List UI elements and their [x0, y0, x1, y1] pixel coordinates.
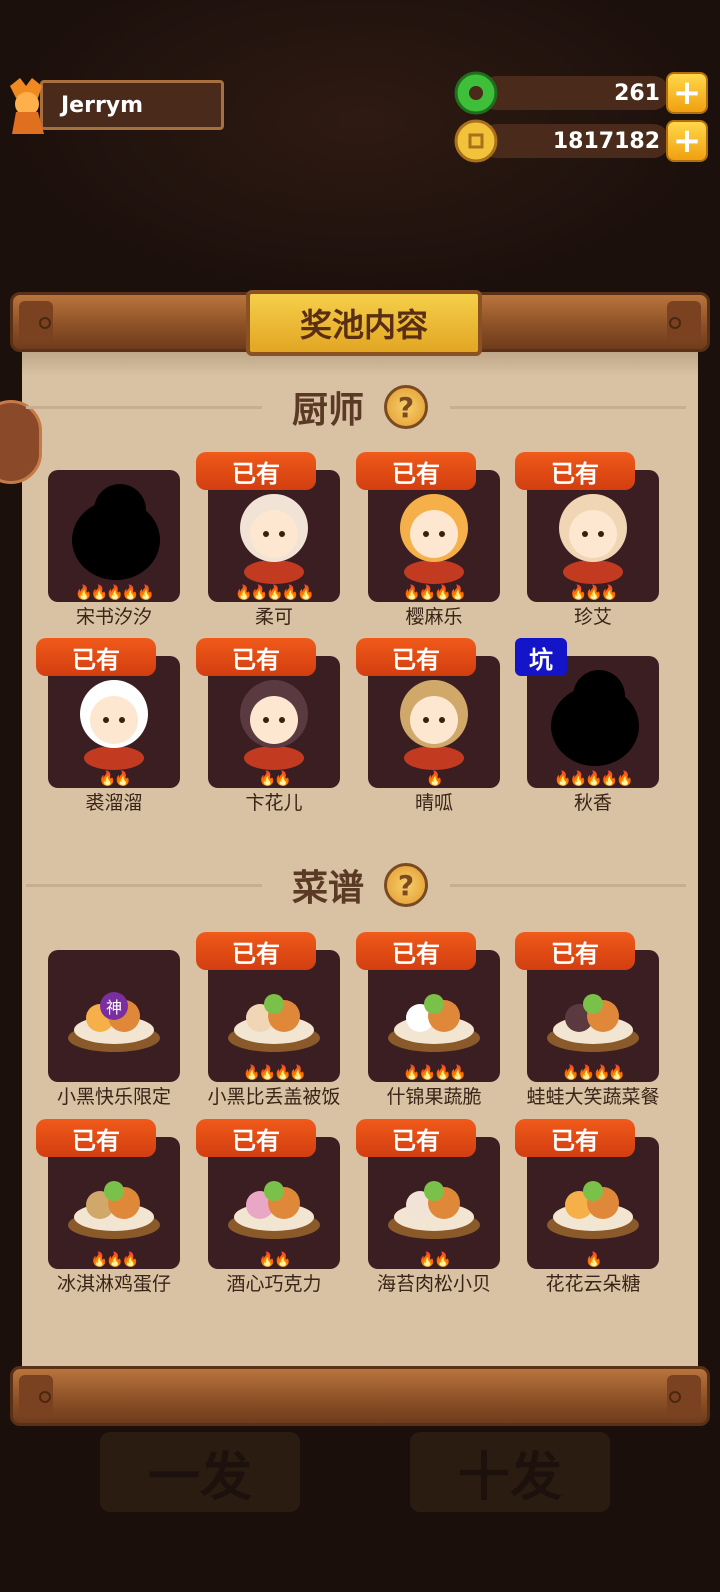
item-name: 什锦果蔬脆	[386, 1086, 482, 1108]
player-name: Jerrym	[40, 80, 224, 130]
owned-badge: 已有	[515, 932, 635, 970]
add-coins-button[interactable]: +	[666, 120, 708, 162]
item-name: 珍艾	[573, 606, 612, 628]
owned-badge: 已有	[356, 452, 476, 490]
recipe-help-button[interactable]: ?	[384, 863, 428, 907]
single-draw-button[interactable]: 一发	[100, 1432, 300, 1512]
dish-icon	[388, 1181, 480, 1239]
rarity-flames: 🔥🔥🔥🔥	[562, 1065, 626, 1081]
rarity-flames: 🔥🔥🔥	[569, 585, 618, 601]
rarity-flames: 🔥🔥🔥🔥🔥	[75, 585, 154, 601]
item-name: 冰淇淋鸡蛋仔	[56, 1273, 171, 1295]
rarity-flames: 🔥🔥	[418, 1252, 452, 1268]
recipe-section-label: 菜谱	[291, 868, 364, 909]
jade-amount: 261	[480, 76, 670, 110]
item-name: 小黑快乐限定	[56, 1086, 171, 1108]
rarity-flames: 🔥🔥🔥🔥	[243, 1065, 307, 1081]
owned-badge: 已有	[515, 452, 635, 490]
owned-badge: 已有	[36, 638, 156, 676]
chef-portrait-icon	[80, 680, 148, 770]
owned-badge: 已有	[196, 1119, 316, 1157]
item-name: 晴呱	[414, 792, 453, 814]
rarity-flames: 🔥🔥🔥🔥	[403, 585, 467, 601]
player-info[interactable]: Jerrym	[6, 76, 224, 134]
item-name: 酒心巧克力	[226, 1273, 322, 1295]
new-badge: 坑	[515, 638, 567, 676]
rarity-flames: 🔥	[585, 1252, 602, 1268]
rarity-flames: 🔥🔥	[98, 771, 132, 787]
item-name: 樱麻乐	[405, 606, 463, 628]
chef-card[interactable]: 🔥🔥🔥🔥🔥	[48, 470, 180, 602]
owned-badge: 已有	[356, 1119, 476, 1157]
dish-icon	[68, 1181, 160, 1239]
owned-badge: 已有	[356, 638, 476, 676]
coin-counter: 1817182 +	[454, 119, 708, 163]
item-name: 花花云朵糖	[545, 1273, 641, 1295]
item-name: 蛙蛙大笑蔬菜餐	[526, 1086, 660, 1108]
dish-icon	[547, 994, 639, 1052]
owned-badge: 已有	[196, 638, 316, 676]
owned-badge: 已有	[196, 452, 316, 490]
locked-silhouette-icon	[551, 670, 639, 766]
coin-amount: 1817182	[480, 124, 670, 158]
chef-help-button[interactable]: ?	[384, 385, 428, 429]
rarity-flames: 🔥🔥🔥🔥🔥	[235, 585, 314, 601]
owned-badge: 已有	[356, 932, 476, 970]
owned-badge: 已有	[515, 1119, 635, 1157]
add-jade-button[interactable]: +	[666, 72, 708, 114]
owned-badge: 已有	[196, 932, 316, 970]
rarity-badge: 神	[100, 992, 128, 1020]
rarity-flames: 🔥	[426, 771, 443, 787]
jade-counter: 261 +	[454, 71, 708, 115]
chef-portrait-icon	[240, 680, 308, 770]
rarity-flames: 🔥🔥	[258, 1252, 292, 1268]
chef-section-title: 厨师 ?	[22, 382, 698, 432]
chef-section-label: 厨师	[291, 390, 364, 431]
item-name: 卞花儿	[245, 792, 303, 814]
recipe-section-title: 菜谱 ?	[22, 860, 698, 910]
item-name: 小黑比丢盖被饭	[207, 1086, 341, 1108]
chef-portrait-icon	[240, 494, 308, 584]
dish-icon	[547, 1181, 639, 1239]
panel-title: 奖池内容	[246, 290, 482, 356]
item-name: 柔可	[254, 606, 293, 628]
dish-icon	[228, 994, 320, 1052]
chef-portrait-icon	[400, 494, 468, 584]
rarity-flames: 🔥🔥🔥🔥🔥	[554, 771, 633, 787]
rarity-flames: 🔥🔥🔥	[90, 1252, 139, 1268]
item-name: 裘溜溜	[85, 792, 143, 814]
item-name: 海苔肉松小贝	[376, 1273, 491, 1295]
scroll-bottom-rod	[10, 1366, 710, 1426]
recipe-card[interactable]: 神	[48, 950, 180, 1082]
chef-portrait-icon	[400, 680, 468, 770]
item-name: 秋香	[573, 792, 612, 814]
dish-icon	[228, 1181, 320, 1239]
rarity-flames: 🔥🔥🔥🔥	[403, 1065, 467, 1081]
dish-icon	[388, 994, 480, 1052]
locked-silhouette-icon	[72, 484, 160, 580]
rarity-flames: 🔥🔥	[258, 771, 292, 787]
player-avatar-icon	[10, 78, 44, 134]
owned-badge: 已有	[36, 1119, 156, 1157]
coin-icon	[454, 119, 498, 163]
ten-draw-button[interactable]: 十发	[410, 1432, 610, 1512]
chef-portrait-icon	[559, 494, 627, 584]
jade-icon	[454, 71, 498, 115]
item-name: 宋书汐汐	[75, 606, 152, 628]
